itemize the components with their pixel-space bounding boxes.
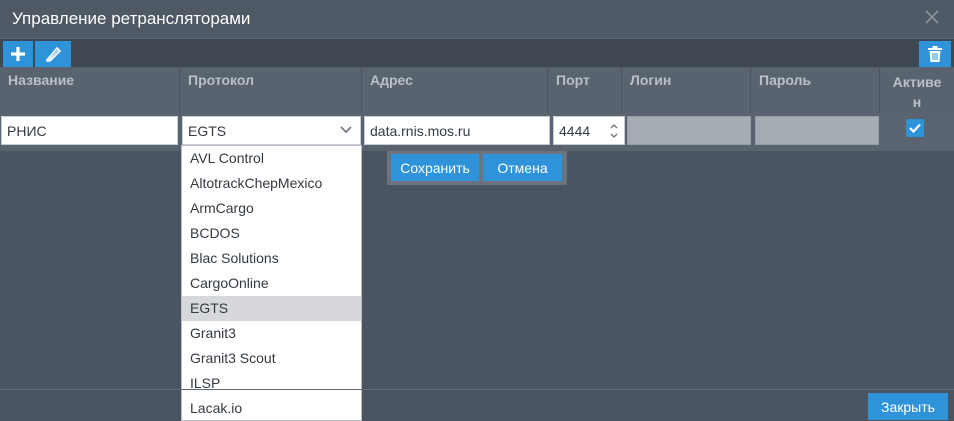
protocol-dropdown-list: AVL Control AltotrackChepMexico ArmCargo BC…: [181, 145, 362, 421]
dropdown-option[interactable]: AVL Control: [182, 146, 361, 171]
close-icon[interactable]: [924, 9, 940, 25]
row-action-bar: Сохранить Отмена: [387, 151, 567, 185]
cancel-button[interactable]: Отмена: [483, 154, 562, 181]
header-password[interactable]: Пароль: [751, 67, 880, 113]
password-input[interactable]: [755, 116, 879, 145]
table-header: Название Протокол Адрес Порт Логин Парол…: [0, 67, 954, 113]
delete-button[interactable]: [919, 41, 951, 67]
plus-icon: [11, 47, 25, 61]
chevron-down-icon: [340, 126, 352, 134]
spinner-arrows-icon[interactable]: [608, 120, 620, 142]
dropdown-option[interactable]: Blac Solutions: [182, 246, 361, 271]
dropdown-option[interactable]: ILSP: [182, 371, 361, 396]
header-login[interactable]: Логин: [622, 67, 751, 113]
header-name[interactable]: Название: [0, 67, 180, 113]
pencil-icon: [45, 46, 62, 62]
check-icon: [909, 123, 921, 134]
dropdown-option[interactable]: AltotrackChepMexico: [182, 171, 361, 196]
dropdown-option[interactable]: Granit3: [182, 321, 361, 346]
window-title: Управление ретрансляторами: [12, 9, 251, 28]
dropdown-option[interactable]: CargoOnline: [182, 271, 361, 296]
header-active[interactable]: Активе н: [880, 67, 954, 113]
toolbar: [0, 39, 954, 67]
save-button[interactable]: Сохранить: [391, 154, 479, 181]
window-titlebar: Управление ретрансляторами: [0, 0, 954, 39]
protocol-select-value: EGTS: [188, 123, 227, 139]
footer-divider: [0, 389, 954, 390]
add-button[interactable]: [3, 41, 33, 67]
table-row: РНИС EGTS data.rnis.mos.ru 4444: [0, 113, 954, 151]
dropdown-option[interactable]: ArmCargo: [182, 196, 361, 221]
address-input[interactable]: data.rnis.mos.ru: [364, 116, 550, 145]
header-protocol[interactable]: Протокол: [180, 67, 362, 113]
close-button[interactable]: Закрыть: [868, 393, 948, 420]
dropdown-option[interactable]: Granit3 Scout: [182, 346, 361, 371]
protocol-select[interactable]: EGTS: [182, 116, 361, 145]
login-input[interactable]: [627, 116, 751, 145]
dropdown-option[interactable]: Lacak.io: [182, 396, 361, 420]
header-active-line1: Активе: [892, 74, 942, 90]
trash-icon: [928, 46, 942, 62]
header-port[interactable]: Порт: [548, 67, 622, 113]
dropdown-option[interactable]: BCDOS: [182, 221, 361, 246]
edit-button[interactable]: [35, 41, 71, 67]
port-input-value: 4444: [559, 123, 591, 139]
header-address[interactable]: Адрес: [362, 67, 548, 113]
dropdown-option[interactable]: EGTS: [182, 296, 361, 321]
name-input[interactable]: РНИС: [1, 116, 178, 145]
port-input[interactable]: 4444: [553, 116, 625, 145]
active-checkbox[interactable]: [906, 119, 924, 137]
header-active-line2: н: [912, 94, 922, 110]
